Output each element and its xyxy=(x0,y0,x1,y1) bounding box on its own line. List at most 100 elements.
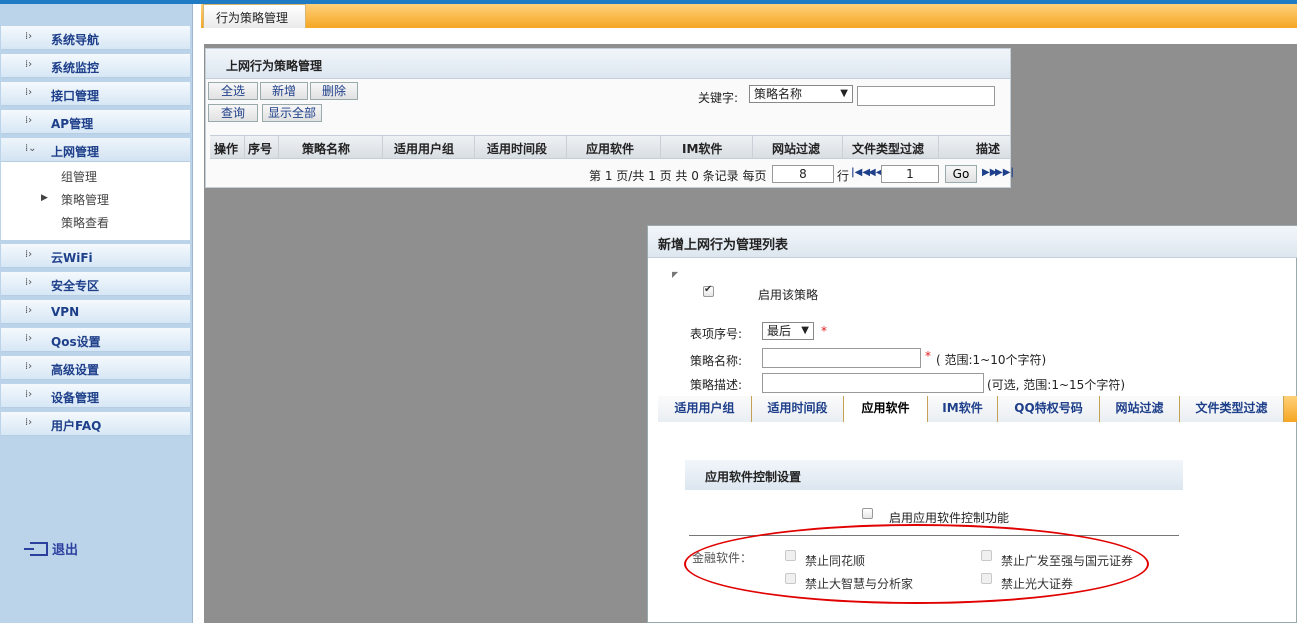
annotation-ellipse xyxy=(684,524,1149,604)
sidebar-item-system-nav[interactable]: ⁞› 系统导航 xyxy=(1,26,190,50)
keyword-input[interactable] xyxy=(857,86,995,106)
expand-icon: ⁞› xyxy=(25,31,33,42)
expand-icon: ⁞› xyxy=(25,361,33,372)
tab-app-software[interactable]: 应用软件 xyxy=(844,396,928,422)
tab-file-type-filter[interactable]: 文件类型过滤 xyxy=(1180,396,1284,422)
sidebar-item-label: VPN xyxy=(51,305,80,319)
select-all-button[interactable]: 全选 xyxy=(208,82,258,100)
column-header: 序号 xyxy=(248,142,273,156)
order-label: 表项序号: xyxy=(690,327,743,341)
policy-panel: 上网行为策略管理 全选 新增 删除 查询 显示全部 关键字: 策略名称 ▼ 操作 … xyxy=(205,48,1014,188)
pager-info: 第 1 页/共 1 页 共 0 条记录 每页 xyxy=(589,169,767,183)
tab-user-group[interactable]: 适用用户组 xyxy=(658,396,752,422)
sidebar-item-security[interactable]: ⁞› 安全专区 xyxy=(1,272,190,296)
dialog-title: 新增上网行为管理列表 xyxy=(648,226,1297,258)
sidebar-item-system-monitor[interactable]: ⁞› 系统监控 xyxy=(1,54,190,78)
sidebar-subitem-policy-view[interactable]: 策略查看 xyxy=(61,214,109,231)
tab-behavior-policy[interactable]: 行为策略管理 xyxy=(203,4,306,28)
keyword-select[interactable]: 策略名称 ▼ xyxy=(749,85,853,103)
required-mark: * xyxy=(925,349,931,363)
column-header: 描述 xyxy=(976,142,1001,156)
current-arrow-icon: ▶ xyxy=(41,193,48,203)
expand-icon: ⁞› xyxy=(25,305,33,316)
column-header: 适用用户组 xyxy=(394,142,455,156)
desc-label: 策略描述: xyxy=(690,378,743,392)
sidebar-item-label: 高级设置 xyxy=(51,363,100,377)
sidebar-item-ap[interactable]: ⁞› AP管理 xyxy=(1,110,190,134)
order-select-value: 最后 xyxy=(767,324,792,338)
sidebar-item-label: 系统监控 xyxy=(51,61,100,75)
expand-icon: ⁞› xyxy=(25,249,33,260)
last-page-icon[interactable]: ▶▶| xyxy=(995,167,1014,178)
enable-policy-label: 启用该策略 xyxy=(758,288,819,302)
sidebar-item-label: 系统导航 xyxy=(51,33,100,47)
sidebar-subitem-policy[interactable]: 策略管理 xyxy=(61,191,109,208)
tab-website-filter[interactable]: 网站过滤 xyxy=(1100,396,1180,422)
order-select[interactable]: 最后 ▼ xyxy=(762,322,814,340)
dropdown-arrow-icon: ▼ xyxy=(840,88,848,99)
sidebar-item-device[interactable]: ⁞› 设备管理 xyxy=(1,384,190,408)
dropdown-arrow-icon: ▼ xyxy=(801,325,809,336)
tab-time-range[interactable]: 适用时间段 xyxy=(752,396,844,422)
section-title: 应用软件控制设置 xyxy=(685,460,1183,490)
column-header[interactable]: 策略名称 xyxy=(302,140,350,157)
column-header: 适用时间段 xyxy=(487,142,548,156)
tab-qq-privilege[interactable]: QQ特权号码 xyxy=(998,396,1100,422)
sidebar-item-internet[interactable]: ⁞⌄ 上网管理 xyxy=(1,138,190,162)
column-header: 文件类型过滤 xyxy=(852,142,925,156)
keyword-label: 关键字: xyxy=(698,91,739,105)
tab-im-software[interactable]: IM软件 xyxy=(928,396,998,422)
per-page-input[interactable]: 8 xyxy=(772,165,834,183)
submenu-internet: 组管理 ▶ 策略管理 策略查看 xyxy=(1,162,190,240)
delete-button[interactable]: 删除 xyxy=(310,82,358,100)
page-input[interactable]: 1 xyxy=(881,165,939,183)
policy-desc-input[interactable] xyxy=(762,373,984,393)
table-header: 操作 序号 策略名称 适用用户组 适用时间段 应用软件 IM软件 网站过滤 文件… xyxy=(210,135,1010,159)
go-button[interactable]: Go xyxy=(945,165,977,183)
name-label: 策略名称: xyxy=(690,354,743,368)
logout-link[interactable]: 退出 xyxy=(24,539,79,558)
add-policy-dialog: 新增上网行为管理列表 ◤ 启用该策略 表项序号: 最后 ▼ * 策略名称: * (… xyxy=(647,225,1297,623)
corner-mark-icon: ◤ xyxy=(672,270,679,279)
logout-label: 退出 xyxy=(52,543,79,558)
sidebar-item-vpn[interactable]: ⁞› VPN xyxy=(1,300,190,324)
column-header: IM软件 xyxy=(682,142,723,156)
pager-row-unit: 行 xyxy=(837,169,850,183)
sidebar-subitem-group[interactable]: 组管理 xyxy=(61,168,97,185)
policy-name-input[interactable] xyxy=(762,348,921,368)
dialog-tabs: 适用用户组 适用时间段 应用软件 IM软件 QQ特权号码 网站过滤 文件类型过滤 xyxy=(658,396,1297,422)
query-button[interactable]: 查询 xyxy=(208,104,258,122)
column-header: 应用软件 xyxy=(586,142,635,156)
sidebar-item-label: 用户FAQ xyxy=(51,419,102,433)
sidebar-item-cloud-wifi[interactable]: ⁞› 云WiFi xyxy=(1,244,190,268)
sidebar-item-label: 上网管理 xyxy=(51,145,100,159)
sidebar-item-label: 设备管理 xyxy=(51,391,100,405)
sidebar-item-faq[interactable]: ⁞› 用户FAQ xyxy=(1,412,190,436)
sidebar: ⁞› 系统导航 ⁞› 系统监控 ⁞› 接口管理 ⁞› AP管理 ⁞⌄ 上网管理 组管理 ▶… xyxy=(0,4,193,623)
sidebar-item-qos[interactable]: ⁞› Qos设置 xyxy=(1,328,190,352)
expand-icon: ⁞› xyxy=(25,333,33,344)
sidebar-item-interface[interactable]: ⁞› 接口管理 xyxy=(1,82,190,106)
sidebar-item-label: 安全专区 xyxy=(51,279,100,293)
expand-icon: ⁞› xyxy=(25,115,33,126)
column-header: 网站过滤 xyxy=(772,142,821,156)
sidebar-item-label: AP管理 xyxy=(51,117,94,131)
logout-icon xyxy=(24,542,48,556)
name-hint: ( 范围:1~10个字符) xyxy=(936,353,1047,367)
expand-icon: ⁞› xyxy=(25,59,33,70)
column-header: 操作 xyxy=(214,142,239,156)
required-mark: * xyxy=(821,324,827,338)
expand-icon: ⁞› xyxy=(25,87,33,98)
enable-policy-checkbox[interactable] xyxy=(703,284,714,297)
keyword-select-value: 策略名称 xyxy=(754,87,803,101)
sidebar-item-advanced[interactable]: ⁞› 高级设置 xyxy=(1,356,190,380)
tab-strip: 行为策略管理 xyxy=(201,4,1297,28)
expand-icon: ⁞› xyxy=(25,389,33,400)
show-all-button[interactable]: 显示全部 xyxy=(262,104,322,122)
sidebar-item-label: 接口管理 xyxy=(51,89,100,103)
expand-icon: ⁞› xyxy=(25,417,33,428)
expand-icon: ⁞› xyxy=(25,277,33,288)
enable-app-control-checkbox[interactable] xyxy=(862,508,873,519)
add-button[interactable]: 新增 xyxy=(260,82,308,100)
sidebar-item-label: Qos设置 xyxy=(51,335,101,349)
